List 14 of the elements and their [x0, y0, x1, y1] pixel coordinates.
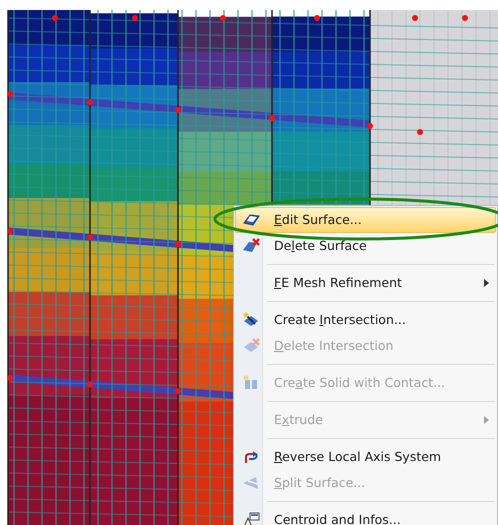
intersection-delete-icon	[242, 338, 260, 354]
menu-item[interactable]: Reverse Local Axis System	[235, 444, 496, 470]
menu-item[interactable]: FE Mesh Refinement	[235, 270, 496, 296]
menu-item[interactable]: Edit Surface...	[235, 207, 496, 233]
solid-icon	[242, 375, 260, 391]
centroid-icon	[242, 512, 260, 525]
split-plate-icon	[242, 475, 260, 491]
plate-icon	[242, 212, 260, 228]
reverse-arrow-icon	[242, 449, 260, 465]
menu-item[interactable]: Centroid and Infos...	[235, 507, 496, 525]
menu-item[interactable]: Create Intersection...	[235, 307, 496, 333]
menu-item[interactable]: Delete Surface	[235, 233, 496, 259]
plate-delete-icon	[242, 238, 260, 254]
intersection-icon	[242, 312, 260, 328]
